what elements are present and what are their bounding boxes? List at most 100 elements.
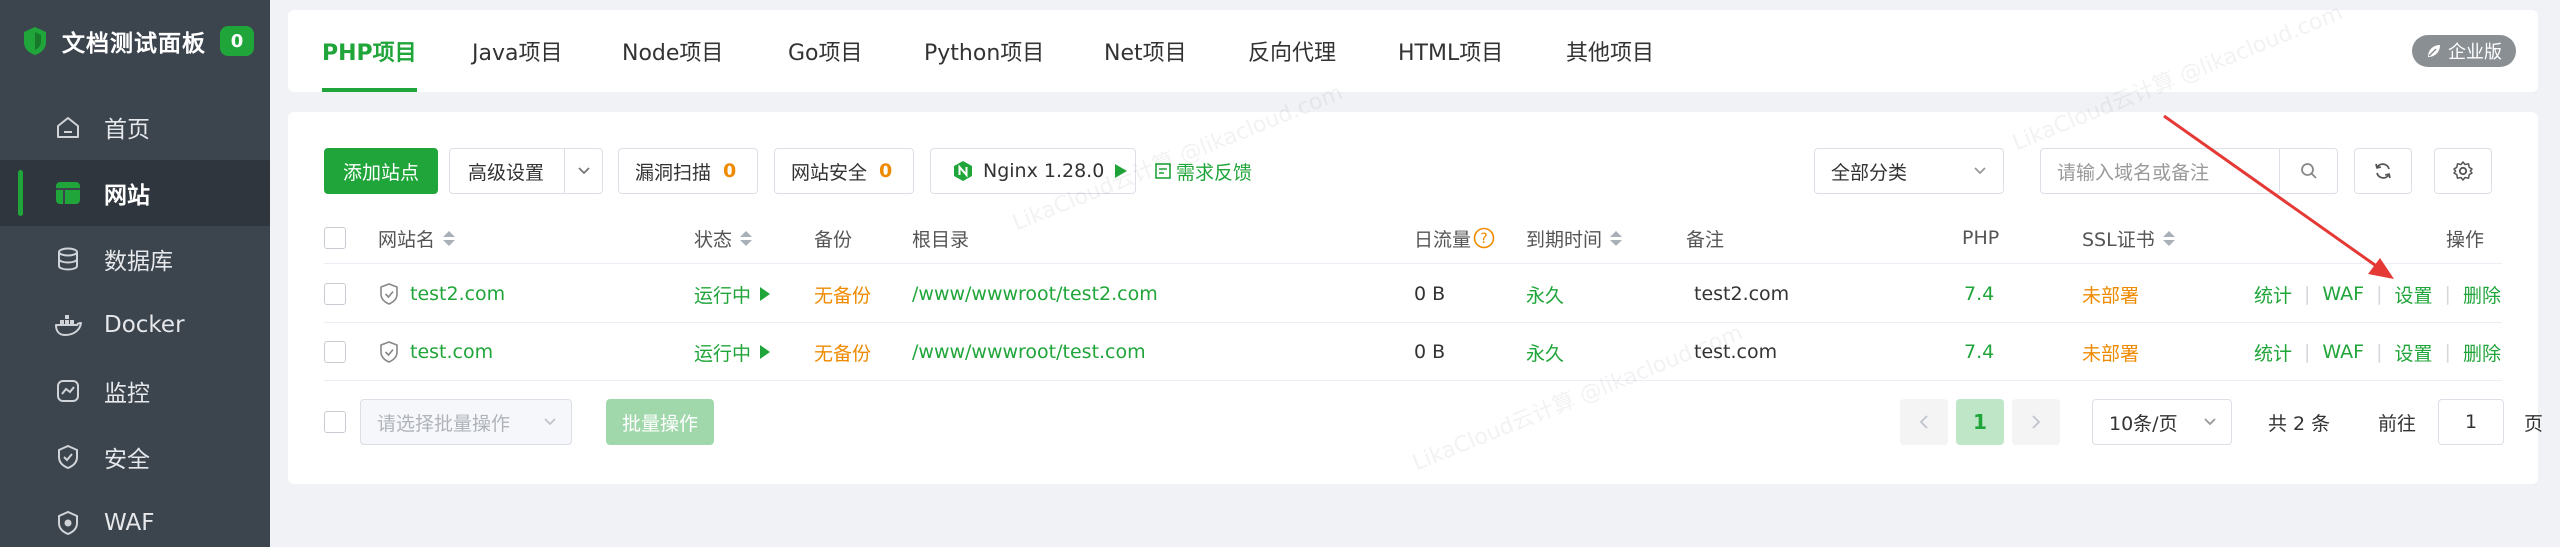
sidebar-item-label: 监控: [104, 381, 150, 407]
row-checkbox[interactable]: [324, 283, 346, 305]
category-select[interactable]: 全部分类: [1814, 148, 2004, 194]
status-label: 运行中: [694, 284, 752, 307]
project-tabs: PHP项目 Java项目 Node项目 Go项目 Python项目 Net项目 …: [288, 10, 2538, 92]
waf-link[interactable]: WAF: [2322, 341, 2364, 363]
batch-action-select[interactable]: 请选择批量操作: [360, 399, 572, 445]
delete-link[interactable]: 删除: [2463, 281, 2501, 308]
php-version-cell[interactable]: 7.4: [1964, 323, 1994, 381]
settings-button[interactable]: [2434, 148, 2492, 194]
site-security-button[interactable]: 网站安全 0: [774, 148, 914, 194]
play-icon: [760, 287, 771, 301]
svg-text:?: ?: [1480, 231, 1487, 247]
sidebar-item-security[interactable]: 安全: [0, 424, 270, 490]
expire-cell[interactable]: 永久: [1526, 265, 1564, 323]
sidebar-item-label: 首页: [104, 117, 150, 143]
page-size-select[interactable]: 10条/页: [2092, 399, 2232, 445]
ssl-cell[interactable]: 未部署: [2082, 323, 2139, 381]
status-label: 运行中: [694, 342, 752, 365]
chevron-down-icon: [1974, 167, 1986, 175]
site-name-cell[interactable]: test2.com: [378, 265, 505, 323]
stats-link[interactable]: 统计: [2254, 339, 2292, 366]
header-php: PHP: [1962, 227, 2000, 249]
message-count-badge[interactable]: 0: [220, 26, 254, 56]
tab-node[interactable]: Node项目: [622, 10, 723, 92]
sidebar-item-label: Docker: [104, 312, 185, 338]
remark-cell[interactable]: test2.com: [1694, 265, 1789, 323]
remark-cell[interactable]: test.com: [1694, 323, 1777, 381]
page-number-button[interactable]: 1: [1956, 399, 2004, 445]
total-count: 共 2 条: [2268, 412, 2331, 435]
header-ops: 操作: [2446, 228, 2485, 251]
header-root: 根目录: [912, 228, 970, 251]
tab-reverse-proxy[interactable]: 反向代理: [1248, 10, 1336, 92]
traffic-cell: 0 B: [1414, 341, 1446, 363]
tab-net[interactable]: Net项目: [1104, 10, 1187, 92]
tab-python[interactable]: Python项目: [924, 10, 1044, 92]
header-name-label: 网站名: [378, 228, 436, 251]
vuln-scan-button[interactable]: 漏洞扫描 0: [618, 148, 758, 194]
batch-action-button[interactable]: 批量操作: [606, 399, 714, 445]
chevron-left-icon: [1919, 415, 1928, 429]
tab-go[interactable]: Go项目: [788, 10, 863, 92]
header-remark: 备注: [1686, 228, 1725, 251]
monitor-icon: [54, 377, 82, 405]
sidebar-item-label: WAF: [104, 510, 155, 536]
nginx-status-button[interactable]: Nginx 1.28.0: [930, 148, 1136, 194]
header-backup: 备份: [814, 228, 853, 251]
feedback-icon: [1155, 163, 1171, 179]
backup-cell[interactable]: 无备份: [814, 323, 871, 381]
shield-icon: [54, 443, 82, 471]
site-shield-icon: [380, 341, 398, 363]
tab-html[interactable]: HTML项目: [1398, 10, 1503, 92]
site-name[interactable]: test.com: [410, 341, 493, 363]
sidebar: 文档测试面板 0 首页 网站 数据库 Docker 监控 安全 WAF: [0, 0, 270, 547]
leaf-icon: [2428, 45, 2440, 57]
goto-label: 前往: [2378, 412, 2417, 435]
feedback-link[interactable]: 需求反馈: [1154, 148, 1252, 194]
page-size-value: 10条/页: [2109, 412, 2178, 435]
prev-page-button[interactable]: [1900, 399, 1948, 445]
header-status[interactable]: 状态: [694, 212, 753, 264]
sidebar-item-home[interactable]: 首页: [0, 94, 270, 160]
site-name[interactable]: test2.com: [410, 283, 505, 305]
ssl-cell[interactable]: 未部署: [2082, 265, 2139, 323]
table-row: test.com 运行中 无备份 /www/wwwroot/test.com 0…: [324, 323, 2502, 381]
chevron-right-icon: [2032, 415, 2041, 429]
sidebar-item-database[interactable]: 数据库: [0, 226, 270, 292]
goto-page-input[interactable]: 1: [2438, 399, 2504, 445]
batch-action-placeholder: 请选择批量操作: [377, 412, 511, 435]
sidebar-item-monitor[interactable]: 监控: [0, 358, 270, 424]
advanced-settings-label: 高级设置: [468, 161, 545, 184]
select-all-checkbox[interactable]: [324, 227, 346, 249]
help-icon[interactable]: ?: [1473, 227, 1495, 249]
play-icon: [1115, 164, 1128, 178]
expire-cell[interactable]: 永久: [1526, 323, 1564, 381]
advanced-settings-dropdown[interactable]: 高级设置: [449, 148, 603, 194]
nginx-version: Nginx 1.28.0: [983, 160, 1105, 182]
tab-other[interactable]: 其他项目: [1566, 10, 1654, 92]
sidebar-item-waf[interactable]: WAF: [0, 490, 270, 547]
sidebar-item-docker[interactable]: Docker: [0, 292, 270, 358]
footer-select-all-checkbox[interactable]: [324, 411, 346, 433]
header-expire[interactable]: 到期时间: [1526, 212, 1623, 264]
delete-link[interactable]: 删除: [2463, 339, 2501, 366]
php-version-cell[interactable]: 7.4: [1964, 265, 1994, 323]
sidebar-item-label: 安全: [104, 447, 150, 473]
header-name[interactable]: 网站名: [378, 212, 456, 264]
site-name-cell[interactable]: test.com: [378, 323, 493, 381]
tab-java[interactable]: Java项目: [472, 10, 562, 92]
next-page-button[interactable]: [2012, 399, 2060, 445]
root-dir-cell[interactable]: /www/wwwroot/test2.com: [912, 265, 1158, 323]
enterprise-badge[interactable]: 企业版: [2412, 35, 2516, 67]
add-site-button[interactable]: 添加站点: [324, 148, 438, 194]
brand: 文档测试面板 0: [0, 0, 270, 82]
status-cell[interactable]: 运行中: [694, 323, 771, 381]
sidebar-item-website[interactable]: 网站: [0, 160, 270, 226]
row-checkbox[interactable]: [324, 341, 346, 363]
tab-php[interactable]: PHP项目: [322, 10, 417, 92]
backup-cell[interactable]: 无备份: [814, 265, 871, 323]
status-cell[interactable]: 运行中: [694, 265, 771, 323]
root-dir-cell[interactable]: /www/wwwroot/test.com: [912, 323, 1146, 381]
divider: |: [2376, 341, 2383, 363]
settings-link[interactable]: 设置: [2395, 339, 2433, 366]
